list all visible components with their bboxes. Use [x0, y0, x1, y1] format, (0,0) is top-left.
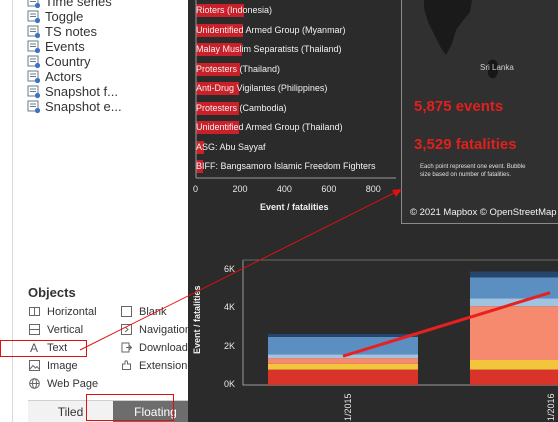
- object-label: Extension: [139, 360, 188, 372]
- sheet-icon: [27, 70, 41, 83]
- object-web-page[interactable]: Web Page: [28, 378, 98, 390]
- text-icon: A: [29, 341, 38, 355]
- dashboard-canvas: Rioters (Indonesia) Unidentified Armed Gr…: [188, 0, 558, 422]
- object-download[interactable]: Download: [120, 342, 188, 354]
- timeseries-chart[interactable]: Event / fatalities 6K 4K 2K 0K 1/2015 1/2016: [188, 250, 558, 422]
- actors-x-tick: 800: [365, 184, 381, 194]
- sidebar-content: Time series Toggle TS notes Events Country Ac…: [12, 0, 198, 422]
- timeseries-y-tick: 6K: [224, 263, 236, 274]
- timeseries-y-tick: 4K: [224, 302, 236, 313]
- stacked-bar-segment[interactable]: [268, 363, 418, 370]
- sheet-item[interactable]: Snapshot f...: [27, 84, 122, 99]
- stacked-bar-segment[interactable]: [470, 360, 558, 370]
- sheet-label: Country: [45, 54, 91, 69]
- sheet-icon: [27, 55, 41, 68]
- timeseries-y-axis-title: Event / fatalities: [192, 285, 202, 354]
- tiled-button[interactable]: Tiled: [28, 401, 113, 422]
- layout-mode-toggle: Tiled Floating: [28, 400, 198, 422]
- object-label: Vertical: [47, 324, 84, 336]
- timeseries-y-tick: 0K: [224, 379, 236, 389]
- sheet-icon: [27, 85, 41, 98]
- actors-x-tick: 400: [276, 184, 292, 194]
- actors-x-axis-title: Event / fatalities: [260, 202, 329, 212]
- actors-x-tick: 200: [232, 184, 248, 194]
- floating-button[interactable]: Floating: [113, 401, 198, 422]
- vertical-icon: [28, 324, 40, 336]
- navigation-icon: [120, 324, 132, 336]
- timeseries-y-tick: 2K: [224, 340, 236, 351]
- object-navigation[interactable]: Navigation: [120, 324, 191, 336]
- sheet-icon: [27, 10, 41, 23]
- stacked-bar-segment[interactable]: [268, 369, 418, 385]
- events-stat: 5,875 events: [414, 98, 504, 115]
- stacked-bar-segment[interactable]: [268, 358, 418, 364]
- map-copyright[interactable]: © 2021 Mapbox © OpenStreetMap: [410, 207, 557, 218]
- map-place-label: Sri Lanka: [480, 63, 514, 72]
- sheet-list: Time series Toggle TS notes Events Country Ac…: [27, 0, 122, 114]
- object-label: Text: [47, 342, 68, 354]
- fatalities-stat: 3,529 fatalities: [414, 136, 517, 153]
- globe-icon: [28, 378, 40, 390]
- stacked-bar-segment[interactable]: [470, 271, 558, 278]
- sheet-label: Snapshot f...: [45, 84, 118, 99]
- object-horizontal[interactable]: Horizontal: [28, 306, 97, 318]
- sheet-item[interactable]: Country: [27, 54, 122, 69]
- actors-x-tick: 600: [321, 184, 337, 194]
- timeseries-x-tick: 1/2016: [546, 393, 556, 421]
- horizontal-icon: [28, 306, 40, 318]
- sheet-item[interactable]: Actors: [27, 69, 122, 84]
- objects-title: Objects: [28, 285, 76, 300]
- object-vertical[interactable]: Vertical: [28, 324, 83, 336]
- download-icon: [120, 342, 132, 354]
- sheet-icon: [27, 40, 41, 53]
- object-label: Navigation: [139, 324, 191, 336]
- sheet-item[interactable]: Toggle: [27, 9, 122, 24]
- object-label: Web Page: [47, 378, 99, 390]
- sheet-item[interactable]: Events: [27, 39, 122, 54]
- timeseries-x-tick: 1/2015: [343, 393, 353, 421]
- sheet-item[interactable]: Time series: [27, 0, 122, 9]
- map-landmass: [424, 0, 499, 79]
- actors-x-tick: 0: [193, 184, 199, 194]
- map-note: Each point represent one event. Bubble s…: [420, 164, 526, 178]
- sheet-item[interactable]: TS notes: [27, 24, 122, 39]
- sheet-label: TS notes: [45, 24, 98, 39]
- stacked-bar-segment[interactable]: [470, 369, 558, 385]
- object-image[interactable]: Image: [28, 360, 78, 372]
- object-label: Image: [47, 360, 78, 372]
- timeseries-plot: [242, 259, 558, 386]
- sheet-icon: [27, 100, 41, 113]
- stacked-bar-segment[interactable]: [268, 334, 418, 337]
- object-extension[interactable]: Extension: [120, 360, 187, 372]
- object-text[interactable]: A Text: [28, 342, 67, 354]
- object-label: Download: [139, 342, 188, 354]
- sheet-icon: [27, 25, 41, 38]
- map-panel[interactable]: Sri Lanka 5,875 events 3,529 fatalities …: [401, 0, 558, 224]
- dashboard-sidebar: Time series Toggle TS notes Events Country Ac…: [0, 0, 198, 422]
- sheet-label: Snapshot e...: [45, 99, 122, 114]
- sheet-item[interactable]: Snapshot e...: [27, 99, 122, 114]
- extension-icon: [120, 360, 132, 372]
- sheet-label: Actors: [45, 69, 82, 84]
- object-blank[interactable]: Blank: [120, 306, 167, 318]
- sheet-label: Events: [45, 39, 85, 54]
- object-label: Horizontal: [47, 306, 97, 318]
- image-icon: [28, 360, 40, 372]
- sheet-label: Time series: [45, 0, 112, 9]
- sheet-icon: [27, 0, 41, 8]
- object-label: Blank: [139, 306, 167, 318]
- actors-chart[interactable]: Rioters (Indonesia) Unidentified Armed Gr…: [188, 0, 400, 220]
- sheet-label: Toggle: [45, 9, 84, 24]
- blank-icon: [120, 306, 132, 318]
